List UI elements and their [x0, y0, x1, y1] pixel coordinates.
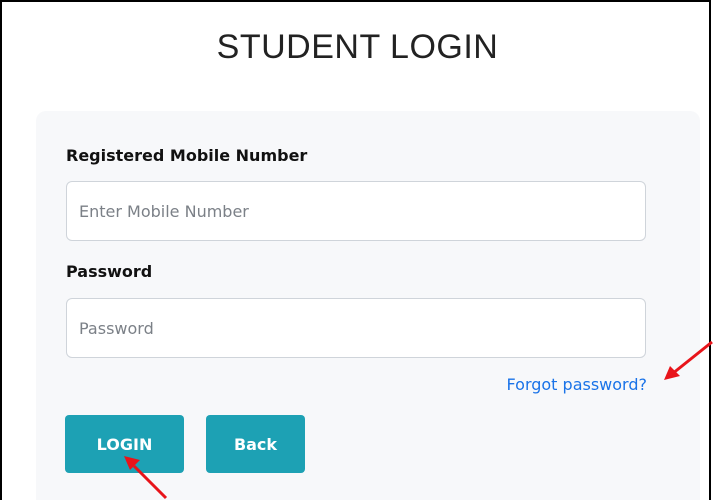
password-label: Password	[66, 262, 153, 281]
red-arrow-icon	[124, 456, 168, 500]
password-input[interactable]	[66, 298, 646, 358]
page-title: STUDENT LOGIN	[216, 28, 499, 66]
back-button[interactable]: Back	[206, 415, 305, 473]
mobile-number-input[interactable]	[66, 181, 646, 241]
mobile-number-label: Registered Mobile Number	[66, 146, 308, 165]
red-arrow-icon	[664, 340, 713, 380]
login-window: STUDENT LOGIN Registered Mobile Number P…	[0, 0, 711, 500]
forgot-password-link[interactable]: Forgot password?	[507, 375, 647, 394]
